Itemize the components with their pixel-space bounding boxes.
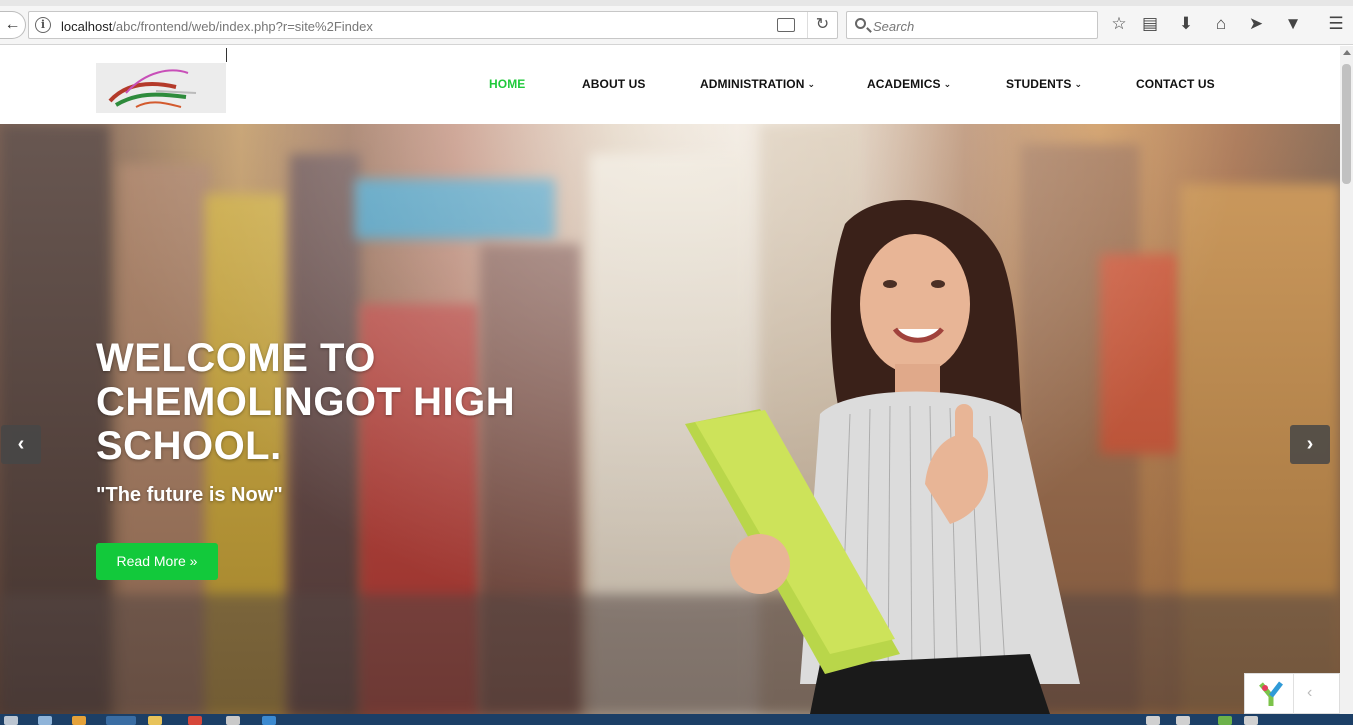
tray-icon[interactable] (1218, 716, 1232, 725)
carousel-prev-button[interactable]: ‹ (1, 425, 41, 464)
reload-icon[interactable]: ↻ (807, 12, 837, 38)
chevron-right-icon: › (1306, 433, 1314, 455)
taskbar-app-icon[interactable] (262, 716, 276, 725)
tray-icon[interactable] (1244, 716, 1258, 725)
scroll-up-icon[interactable] (1343, 50, 1351, 55)
paper-plane-icon[interactable]: ➤ (1246, 14, 1266, 34)
taskbar-app-icon[interactable] (188, 716, 202, 725)
start-icon[interactable] (4, 716, 18, 725)
taskbar-app-icon[interactable] (72, 716, 86, 725)
taskbar-app-icon[interactable] (106, 716, 136, 725)
chevron-down-icon: ⌄ (807, 79, 816, 89)
tray-icon[interactable] (1176, 716, 1190, 725)
clipboard-icon[interactable]: ▤ (1140, 14, 1160, 34)
logo-swoosh-graphic (96, 63, 226, 113)
nav-about-us[interactable]: ABOUT US (582, 77, 645, 91)
nav-academics-label: ACADEMICS (867, 77, 941, 91)
nav-students-label: STUDENTS (1006, 77, 1072, 91)
url-path: /abc/frontend/web/index.php?r=site%2Find… (112, 19, 373, 34)
url-host: localhost (61, 19, 113, 34)
chevron-left-icon: ‹ (17, 433, 25, 455)
star-icon[interactable]: ☆ (1109, 14, 1129, 34)
debug-toolbar-widget[interactable]: ‹ (1244, 673, 1340, 715)
back-arrow-icon[interactable]: ← (0, 11, 26, 39)
reader-view-icon[interactable] (777, 18, 795, 32)
yii-logo-icon (1259, 681, 1283, 706)
student-photo (685, 200, 1080, 714)
info-icon[interactable]: i (35, 17, 51, 33)
read-more-button[interactable]: Read More » (96, 543, 218, 580)
search-icon (855, 18, 866, 29)
browser-toolbar: ← i localhost/abc/frontend/web/index.php… (0, 0, 1353, 45)
nav-home[interactable]: HOME (489, 77, 525, 91)
hero-carousel: WELCOME TO CHEMOLINGOT HIGH SCHOOL. "The… (0, 124, 1340, 714)
chevron-down-icon: ⌄ (943, 79, 952, 89)
hero-subtitle: "The future is Now" (96, 484, 283, 506)
url-bar[interactable]: i localhost/abc/frontend/web/index.php?r… (28, 11, 838, 39)
school-logo[interactable] (96, 63, 226, 113)
carousel-next-button[interactable]: › (1290, 425, 1330, 464)
nav-administration-label: ADMINISTRATION (700, 77, 805, 91)
hero-title: WELCOME TO CHEMOLINGOT HIGH SCHOOL. (96, 336, 516, 468)
scrollbar-thumb[interactable] (1342, 64, 1351, 184)
os-taskbar (0, 714, 1353, 725)
home-icon[interactable]: ⌂ (1211, 14, 1231, 34)
site-header: HOME ABOUT US ADMINISTRATION ⌄ ACADEMICS ⌄… (0, 46, 1340, 124)
pocket-icon[interactable]: ▼ (1283, 14, 1303, 34)
taskbar-app-icon[interactable] (148, 716, 162, 725)
taskbar-app-icon[interactable] (38, 716, 52, 725)
page-scrollbar[interactable] (1340, 46, 1353, 714)
taskbar-app-icon[interactable] (226, 716, 240, 725)
download-icon[interactable]: ⬇ (1176, 14, 1196, 34)
nav-contact-us[interactable]: CONTACT US (1136, 77, 1215, 91)
tab-strip (0, 0, 1353, 6)
chevron-down-icon: ⌄ (1074, 79, 1083, 89)
nav-administration[interactable]: ADMINISTRATION ⌄ (700, 77, 815, 91)
url-text[interactable]: localhost/abc/frontend/web/index.php?r=s… (61, 19, 373, 34)
tray-icon[interactable] (1146, 716, 1160, 725)
chevron-left-icon[interactable]: ‹ (1307, 684, 1312, 702)
hamburger-menu-icon[interactable]: ☰ (1326, 14, 1346, 34)
widget-divider (1293, 674, 1294, 715)
text-cursor (226, 48, 227, 62)
nav-academics[interactable]: ACADEMICS ⌄ (867, 77, 951, 91)
search-input[interactable]: Search (846, 11, 1098, 39)
nav-students[interactable]: STUDENTS ⌄ (1006, 77, 1082, 91)
search-placeholder: Search (873, 19, 915, 34)
